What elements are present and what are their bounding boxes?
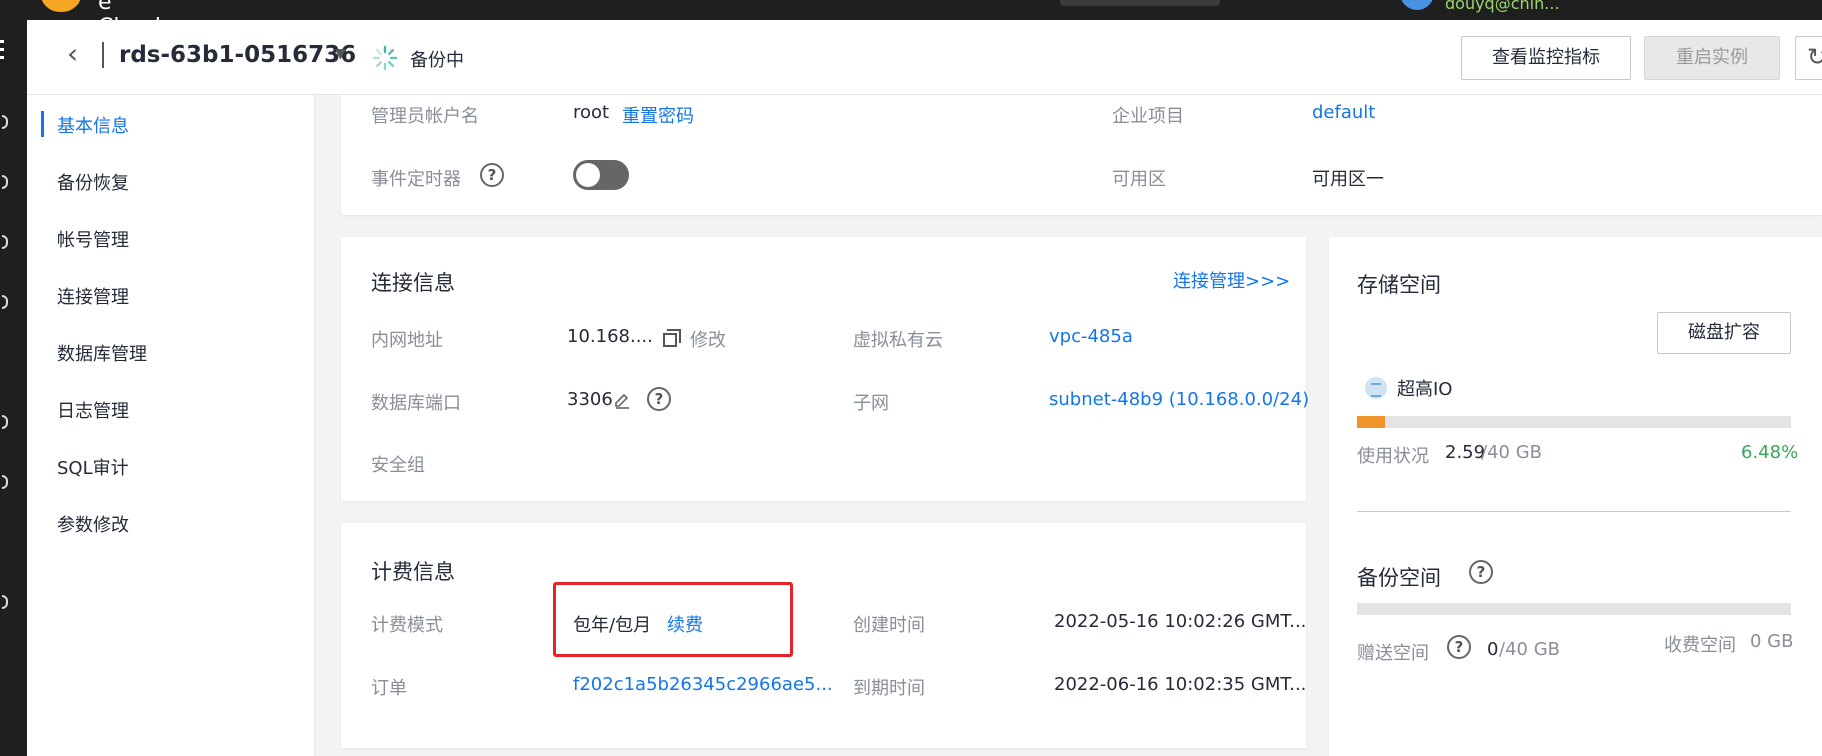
- storage-usage-bar: [1357, 416, 1791, 428]
- connection-info-title: 连接信息: [371, 271, 455, 295]
- storage-card: 存储空间 磁盘扩容 超高IO 使用状况 2.59 /40 GB 6.48% 备份…: [1329, 237, 1822, 756]
- instance-status: 备份中: [410, 50, 464, 71]
- security-group-label: 安全组: [371, 455, 425, 476]
- sidenav-item-backup[interactable]: 备份恢复: [57, 169, 129, 195]
- copy-icon[interactable]: [663, 329, 681, 347]
- loading-spinner-icon: [372, 45, 398, 71]
- edit-icon[interactable]: [613, 392, 631, 410]
- rail-service-icon[interactable]: [2, 235, 8, 249]
- rail-service-icon[interactable]: [2, 415, 8, 429]
- db-port-label: 数据库端口: [371, 393, 461, 414]
- basic-info-card: 管理员帐户名 root 重置密码 事件定时器 ? 企业项目 default 可用…: [341, 95, 1822, 215]
- az-label: 可用区: [1112, 169, 1166, 190]
- billing-info-card: 计费信息 计费模式 包年/包月 续费 创建时间 2022-05-16 10:02…: [341, 523, 1306, 748]
- ecloud-logo[interactable]: e Cloud: [0, 0, 161, 20]
- restart-instance-button[interactable]: 重启实例: [1644, 36, 1780, 80]
- logo-mark: [40, 0, 82, 12]
- instance-header: ‹ rds-63b1-0516736 ▼ 备份中 查看监控指标 重启实例 ↻: [27, 20, 1822, 95]
- rail-service-icon[interactable]: [2, 595, 8, 609]
- created-time-label: 创建时间: [853, 615, 925, 636]
- header-divider: [102, 42, 104, 68]
- free-space-label: 赠送空间: [1357, 643, 1429, 664]
- az-value: 可用区一: [1312, 169, 1384, 190]
- usage-total: /40 GB: [1481, 442, 1542, 463]
- rail-service-icon[interactable]: [2, 475, 8, 489]
- sidenav-item-connection[interactable]: 连接管理: [57, 283, 129, 309]
- rail-service-icon[interactable]: [2, 295, 8, 309]
- enterprise-project-link[interactable]: default: [1312, 102, 1375, 123]
- usage-label: 使用状况: [1357, 446, 1429, 467]
- admin-account-label: 管理员帐户名: [371, 106, 479, 127]
- chevron-down-icon[interactable]: ▼: [335, 46, 346, 62]
- created-time-value: 2022-05-16 10:02:26 GMT...: [1054, 611, 1307, 632]
- back-icon[interactable]: ‹: [67, 40, 97, 70]
- help-icon[interactable]: ?: [1469, 560, 1493, 584]
- instance-sidenav: 基本信息 备份恢复 帐号管理 连接管理 数据库管理 日志管理 SQL审计 参数修…: [27, 95, 315, 756]
- order-label: 订单: [371, 678, 407, 699]
- refresh-icon[interactable]: ↻: [1795, 36, 1822, 80]
- sidenav-item-logs[interactable]: 日志管理: [57, 397, 129, 423]
- order-link[interactable]: f202c1a5b26345c2966ae5...: [573, 674, 833, 695]
- reset-password-link[interactable]: 重置密码: [622, 102, 694, 128]
- free-space-used: 0: [1487, 639, 1499, 660]
- subnet-link[interactable]: subnet-48b9 (10.168.0.0/24): [1049, 389, 1309, 410]
- sidenav-item-basic-info[interactable]: 基本信息: [57, 112, 129, 138]
- top-bar: e Cloud douyq@chin...: [0, 0, 1822, 20]
- backup-space-title: 备份空间: [1357, 566, 1441, 590]
- vpc-link[interactable]: vpc-485a: [1049, 326, 1133, 347]
- sidenav-item-parameters[interactable]: 参数修改: [57, 511, 129, 537]
- sidenav-item-accounts[interactable]: 帐号管理: [57, 226, 129, 252]
- event-timer-label: 事件定时器: [371, 169, 461, 190]
- global-search[interactable]: [1060, 0, 1220, 6]
- help-icon[interactable]: ?: [480, 163, 504, 187]
- enterprise-project-label: 企业项目: [1112, 106, 1184, 127]
- usage-percent: 6.48%: [1741, 442, 1799, 463]
- user-avatar[interactable]: [1400, 0, 1434, 10]
- free-space-total: /40 GB: [1499, 639, 1560, 660]
- admin-account-value: root: [573, 102, 610, 123]
- paid-space-value: 0 GB: [1750, 631, 1794, 652]
- connection-info-card: 连接信息 连接管理>>> 内网地址 10.168.... 修改 虚拟私有云 vp…: [341, 237, 1309, 501]
- instance-name: rds-63b1-0516736: [119, 42, 357, 68]
- logo-text: e Cloud: [98, 0, 161, 20]
- service-rail: [0, 20, 27, 756]
- view-metrics-button[interactable]: 查看监控指标: [1461, 36, 1631, 80]
- modify-ip-link[interactable]: 修改: [690, 326, 726, 352]
- help-icon[interactable]: ?: [1447, 635, 1471, 659]
- help-icon[interactable]: ?: [647, 387, 671, 411]
- connection-manage-link[interactable]: 连接管理>>>: [1173, 267, 1290, 293]
- billing-info-title: 计费信息: [371, 560, 455, 584]
- expire-time-label: 到期时间: [853, 678, 925, 699]
- storage-title: 存储空间: [1357, 273, 1441, 297]
- rail-service-icon[interactable]: [2, 115, 8, 129]
- db-port-value: 3306: [567, 389, 613, 410]
- paid-space-label: 收费空间: [1664, 635, 1736, 656]
- billing-mode-label: 计费模式: [371, 615, 443, 636]
- storage-divider: [1357, 511, 1791, 512]
- expire-time-value: 2022-06-16 10:02:35 GMT...: [1054, 674, 1307, 695]
- active-indicator: [41, 111, 44, 137]
- storage-usage-fill: [1357, 416, 1386, 428]
- expand-disk-button[interactable]: 磁盘扩容: [1657, 312, 1791, 354]
- usage-used: 2.59: [1445, 442, 1486, 463]
- private-ip-value: 10.168....: [567, 326, 653, 347]
- rail-service-icon[interactable]: [2, 175, 8, 189]
- storage-type-icon: [1365, 377, 1387, 399]
- storage-type: 超高IO: [1397, 379, 1453, 400]
- private-ip-label: 内网地址: [371, 330, 443, 351]
- event-timer-toggle[interactable]: [573, 160, 629, 190]
- subnet-label: 子网: [853, 393, 889, 414]
- vpc-label: 虚拟私有云: [853, 330, 943, 351]
- user-name[interactable]: douyq@chin...: [1445, 0, 1560, 13]
- sidenav-item-sql-audit[interactable]: SQL审计: [57, 454, 129, 480]
- menu-icon[interactable]: [0, 40, 4, 62]
- sidenav-item-databases[interactable]: 数据库管理: [57, 340, 147, 366]
- highlight-annotation: [553, 582, 793, 657]
- backup-usage-bar: [1357, 603, 1791, 615]
